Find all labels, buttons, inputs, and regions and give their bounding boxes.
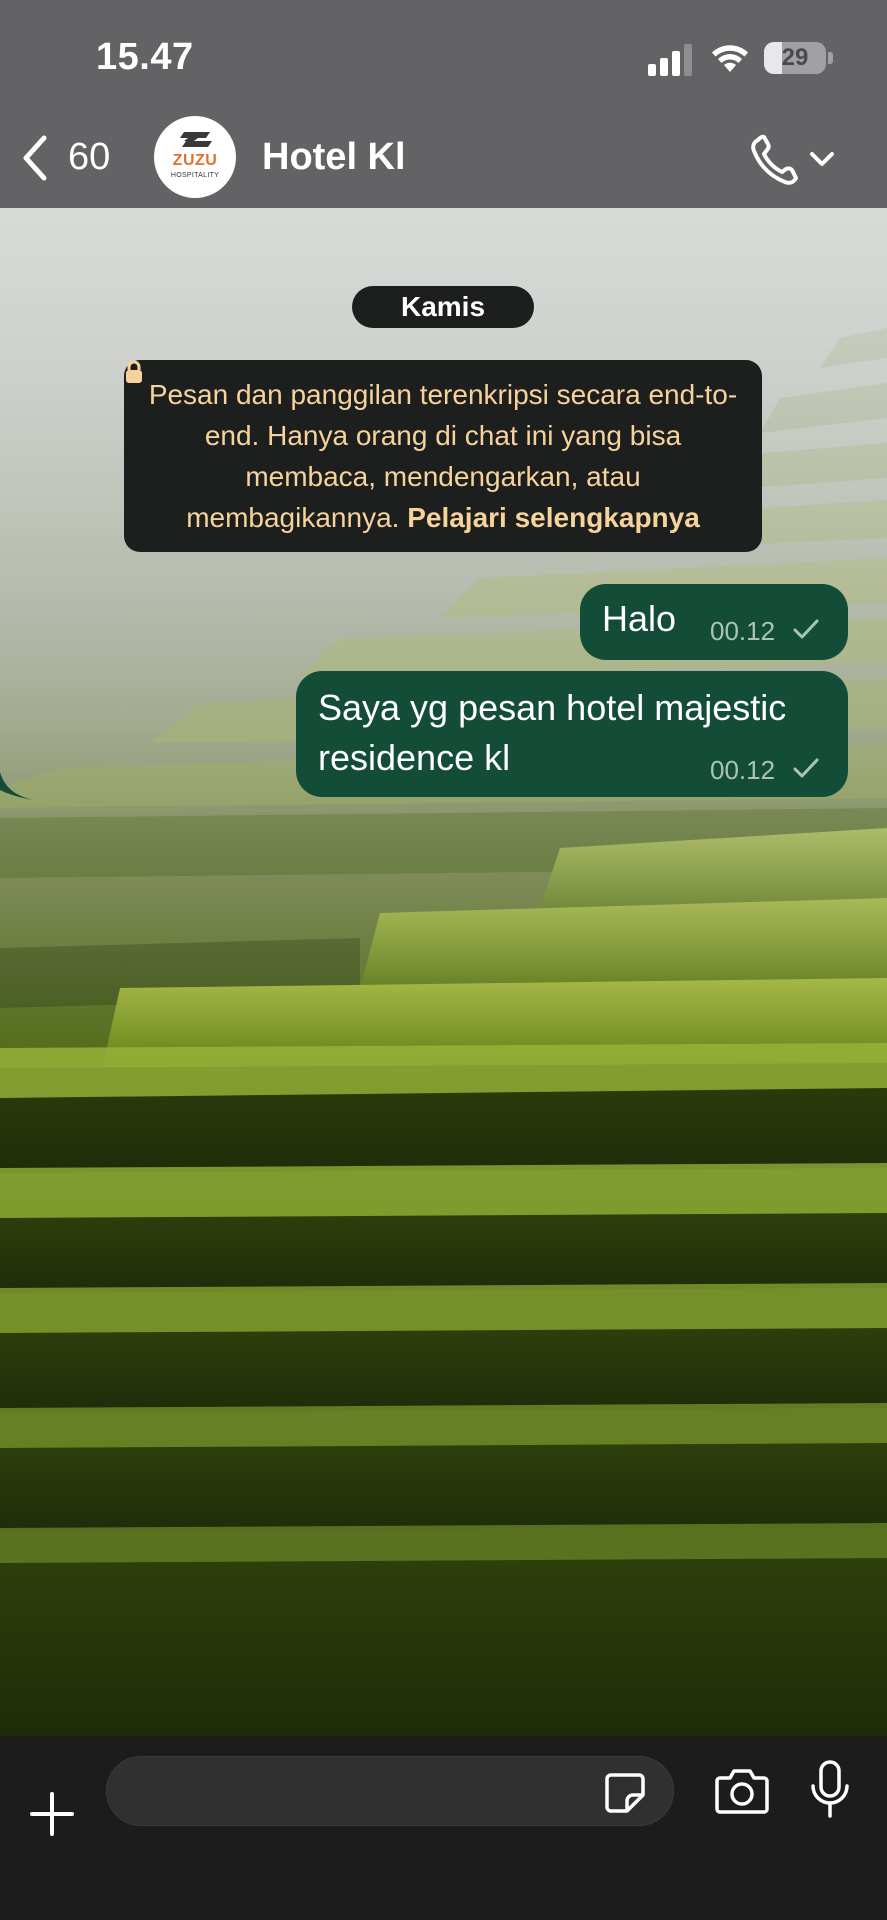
plus-icon[interactable] <box>28 1790 76 1838</box>
battery-icon: 29 <box>764 42 826 74</box>
bubble-tail <box>0 772 34 800</box>
sent-check-icon <box>793 758 819 778</box>
encryption-notice[interactable]: Pesan dan panggilan terenkripsi secara e… <box>124 360 762 552</box>
avatar-logo-text: ZUZU <box>172 152 218 169</box>
battery-percentage: 29 <box>781 44 809 71</box>
chat-header: 15.47 29 60 ZUZU HOSPITALITY Hotel Kl <box>0 0 887 208</box>
sent-check-icon <box>793 619 819 639</box>
message-composer <box>0 1736 887 1920</box>
back-chevron-icon[interactable] <box>18 134 52 182</box>
message-text: Halo <box>602 598 677 639</box>
chat-wallpaper: Kamis Pesan dan panggilan terenkripsi se… <box>0 208 887 1736</box>
avatar-logo-subtext: HOSPITALITY <box>170 172 220 179</box>
outgoing-message-bubble[interactable]: Saya yg pesan hotel majestic residence k… <box>296 671 848 797</box>
battery-tip <box>828 52 833 64</box>
voice-call-button[interactable] <box>748 132 840 188</box>
logo-mark-icon <box>180 132 212 147</box>
contact-name[interactable]: Hotel Kl <box>262 136 406 179</box>
contact-avatar[interactable]: ZUZU HOSPITALITY <box>154 116 236 198</box>
status-time: 15.47 <box>96 36 194 78</box>
cellular-signal-icon <box>648 44 692 76</box>
sticker-icon[interactable] <box>603 1771 647 1815</box>
message-time: 00.12 <box>710 616 776 646</box>
lock-icon <box>126 360 142 383</box>
message-input-container[interactable] <box>106 1756 674 1826</box>
date-separator: Kamis <box>352 286 534 328</box>
microphone-icon[interactable] <box>808 1760 852 1822</box>
message-input[interactable] <box>131 1757 591 1825</box>
camera-icon[interactable] <box>714 1766 770 1816</box>
learn-more-link[interactable]: Pelajari selengkapnya <box>407 502 700 533</box>
message-time: 00.12 <box>710 755 776 785</box>
outgoing-message-bubble[interactable]: Halo 00.12 <box>580 584 848 660</box>
wifi-icon <box>712 45 748 72</box>
unread-count[interactable]: 60 <box>68 136 110 179</box>
